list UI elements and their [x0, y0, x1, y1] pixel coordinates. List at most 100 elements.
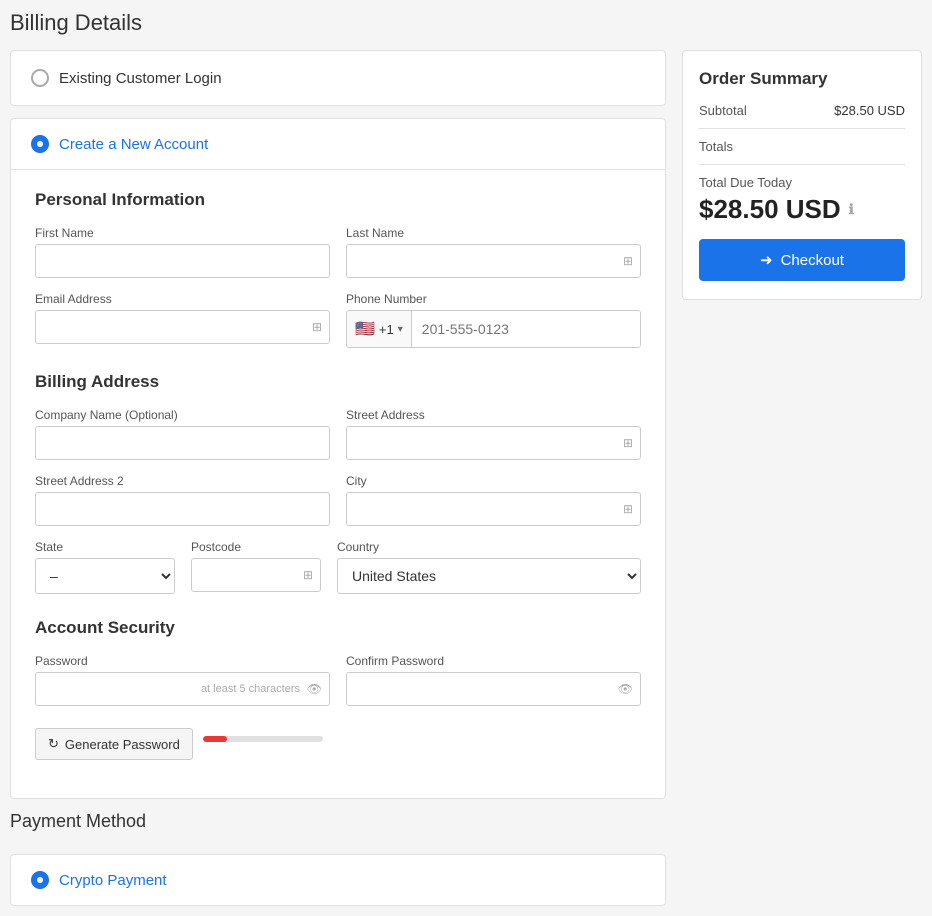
city-input[interactable] [346, 492, 641, 526]
new-account-body: Personal Information First Name Last Nam… [11, 170, 665, 798]
phone-input[interactable] [412, 311, 640, 347]
phone-field: 🇺🇸 +1 ▾ [346, 310, 641, 348]
street-input[interactable] [346, 426, 641, 460]
city-icon: ⊞ [623, 502, 633, 516]
existing-customer-radio[interactable] [31, 69, 49, 87]
order-divider [699, 128, 905, 129]
subtotal-row: Subtotal $28.50 USD [699, 103, 905, 118]
password-group: Password at least 5 characters 👁 ↻ Gener… [35, 654, 330, 760]
page-title: Billing Details [10, 10, 922, 36]
new-account-header[interactable]: Create a New Account [11, 119, 665, 170]
order-summary-card: Order Summary Subtotal $28.50 USD Totals… [682, 50, 922, 300]
postcode-icon: ⊞ [303, 568, 313, 582]
new-account-radio[interactable] [31, 135, 49, 153]
account-security-title: Account Security [35, 618, 641, 638]
password-generate-row: ↻ Generate Password [35, 718, 330, 760]
total-due-label: Total Due Today [699, 175, 905, 190]
generate-password-label: Generate Password [65, 737, 180, 752]
email-input[interactable] [35, 310, 330, 344]
billing-address-section: Billing Address Company Name (Optional) … [35, 372, 641, 594]
existing-customer-label: Existing Customer Login [59, 70, 222, 87]
state-postcode-country-row: State – Postcode ⊞ [35, 540, 641, 594]
phone-group: Phone Number 🇺🇸 +1 ▾ [346, 292, 641, 348]
company-group: Company Name (Optional) [35, 408, 330, 460]
postcode-label: Postcode [191, 540, 321, 554]
city-group: City ⊞ [346, 474, 641, 526]
password-row: Password at least 5 characters 👁 ↻ Gener… [35, 654, 641, 760]
confirm-password-toggle-icon[interactable]: 👁 [618, 682, 633, 696]
email-group: Email Address ⊞ [35, 292, 330, 348]
crypto-payment-radio[interactable] [31, 871, 49, 889]
first-name-label: First Name [35, 226, 330, 240]
total-amount-value: $28.50 USD [699, 194, 841, 225]
street2-city-row: Street Address 2 City ⊞ [35, 474, 641, 526]
street2-group: Street Address 2 [35, 474, 330, 526]
company-input[interactable] [35, 426, 330, 460]
street-wrapper: ⊞ [346, 426, 641, 460]
payment-method-section[interactable]: Crypto Payment [10, 854, 666, 906]
city-wrapper: ⊞ [346, 492, 641, 526]
phone-label: Phone Number [346, 292, 641, 306]
checkout-arrow-icon: ➜ [760, 251, 773, 269]
password-strength-fill [203, 736, 227, 742]
country-group: Country United States [337, 540, 641, 594]
billing-address-title: Billing Address [35, 372, 641, 392]
last-name-label: Last Name [346, 226, 641, 240]
first-name-input[interactable] [35, 244, 330, 278]
account-security-section: Account Security Password at least 5 cha… [35, 618, 641, 760]
street-group: Street Address ⊞ [346, 408, 641, 460]
order-summary-title: Order Summary [699, 69, 905, 89]
personal-info-title: Personal Information [35, 190, 641, 210]
postcode-input[interactable] [191, 558, 321, 592]
last-name-wrapper: ⊞ [346, 244, 641, 278]
phone-flag: 🇺🇸 [355, 319, 375, 339]
total-amount: $28.50 USD ℹ [699, 194, 905, 225]
street-icon: ⊞ [623, 436, 633, 450]
confirm-password-input[interactable] [346, 672, 641, 706]
refresh-icon: ↻ [48, 736, 59, 752]
password-wrapper: at least 5 characters 👁 [35, 672, 330, 706]
totals-row: Totals [699, 139, 905, 154]
company-label: Company Name (Optional) [35, 408, 330, 422]
city-label: City [346, 474, 641, 488]
state-group: State – [35, 540, 175, 594]
postcode-group: Postcode ⊞ [191, 540, 321, 594]
street2-input[interactable] [35, 492, 330, 526]
password-toggle-icon[interactable]: 👁 [307, 682, 322, 696]
existing-customer-section[interactable]: Existing Customer Login [10, 50, 666, 106]
street2-label: Street Address 2 [35, 474, 330, 488]
subtotal-value: $28.50 USD [834, 103, 905, 118]
postcode-wrapper: ⊞ [191, 558, 321, 592]
country-label: Country [337, 540, 641, 554]
last-name-icon: ⊞ [623, 254, 633, 268]
email-label: Email Address [35, 292, 330, 306]
state-select[interactable]: – [35, 558, 175, 594]
info-icon[interactable]: ℹ [849, 201, 854, 218]
name-row: First Name Last Name ⊞ [35, 226, 641, 278]
confirm-password-label: Confirm Password [346, 654, 641, 668]
state-label: State [35, 540, 175, 554]
totals-label: Totals [699, 139, 733, 154]
first-name-group: First Name [35, 226, 330, 278]
new-account-label: Create a New Account [59, 136, 208, 153]
right-panel: Order Summary Subtotal $28.50 USD Totals… [682, 50, 922, 300]
order-divider-2 [699, 164, 905, 165]
checkout-label: Checkout [781, 252, 844, 269]
password-strength-bar [203, 736, 323, 742]
contact-row: Email Address ⊞ Phone Number 🇺🇸 +1 [35, 292, 641, 348]
last-name-input[interactable] [346, 244, 641, 278]
company-street-row: Company Name (Optional) Street Address ⊞ [35, 408, 641, 460]
country-select[interactable]: United States [337, 558, 641, 594]
confirm-password-group: Confirm Password 👁 [346, 654, 641, 760]
last-name-group: Last Name ⊞ [346, 226, 641, 278]
phone-code: +1 [379, 322, 394, 337]
generate-password-button[interactable]: ↻ Generate Password [35, 728, 193, 760]
checkout-button[interactable]: ➜ Checkout [699, 239, 905, 281]
subtotal-label: Subtotal [699, 103, 747, 118]
street-label: Street Address [346, 408, 641, 422]
phone-country-selector[interactable]: 🇺🇸 +1 ▾ [347, 311, 412, 347]
email-icon: ⊞ [312, 320, 322, 334]
password-label: Password [35, 654, 330, 668]
password-hint: at least 5 characters [201, 683, 300, 695]
new-account-section: Create a New Account Personal Informatio… [10, 118, 666, 799]
